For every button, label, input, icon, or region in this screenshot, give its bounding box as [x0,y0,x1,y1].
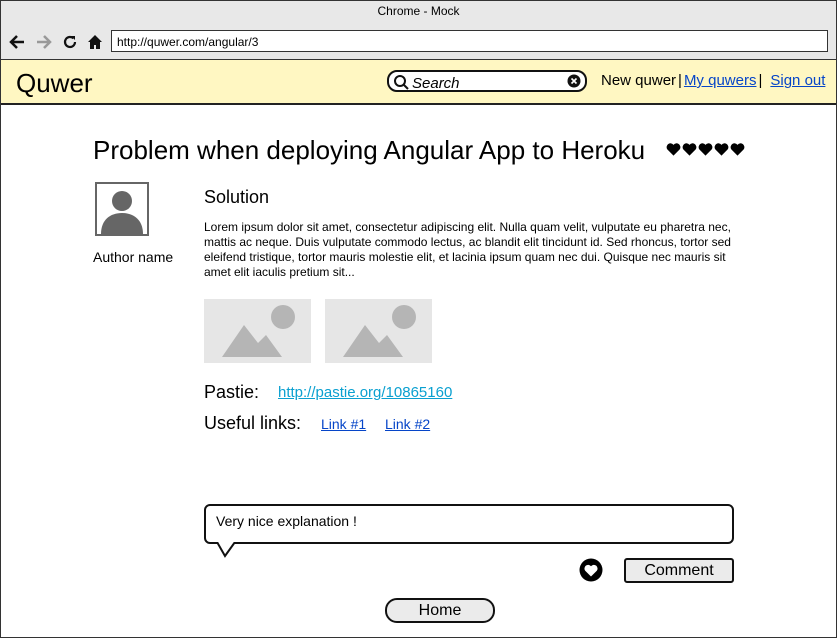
sign-out-link[interactable]: Sign out [770,72,825,89]
browser-toolbar: http://quwer.com/angular/3 [1,25,836,60]
heart-icon[interactable] [666,142,681,157]
user-silhouette-icon [101,191,143,234]
address-bar[interactable]: http://quwer.com/angular/3 [111,30,828,52]
heart-icon[interactable] [682,142,697,157]
address-url: http://quwer.com/angular/3 [117,35,259,49]
heart-icon[interactable] [730,142,745,157]
brand-logo[interactable]: Quwer [16,68,93,99]
question-title: Problem when deploying Angular App to He… [93,135,646,165]
pastie-label: Pastie: [204,382,260,402]
useful-link-1[interactable]: Link #1 [321,416,366,432]
image-placeholder[interactable] [204,299,311,363]
nav-separator: | [758,72,763,89]
useful-links-label: Useful links: [204,413,302,433]
my-quwers-link[interactable]: My quwers [684,72,757,89]
search-icon [394,75,409,90]
nav-separator: | [678,72,682,89]
image-placeholder[interactable] [325,299,432,363]
image-icon [343,305,416,357]
new-quwer-link[interactable]: New quwer [601,72,676,89]
clear-search-icon[interactable] [567,74,581,88]
app-header: Quwer New quwer | My quwers | Sign out [1,60,836,105]
useful-link-2[interactable]: Link #2 [385,416,430,432]
heart-icon[interactable] [714,142,729,157]
search-box[interactable] [387,70,587,93]
heart-icon[interactable] [698,142,713,157]
speech-bubble-tail [217,542,236,558]
pastie-link[interactable]: http://pastie.org/10865160 [278,384,452,401]
home-icon[interactable] [86,33,104,51]
author-name[interactable]: Author name [93,249,173,265]
like-heart-icon[interactable] [579,558,603,582]
search-input[interactable] [410,73,564,93]
solution-body: Lorem ipsum dolor sit amet, consectetur … [204,220,731,279]
solution-heading: Solution [204,187,270,207]
forward-icon[interactable] [35,33,53,51]
author-avatar[interactable] [95,182,149,236]
back-icon[interactable] [8,33,26,51]
window-titlebar: Chrome - Mock [1,1,836,25]
browser-window: Chrome - Mock http://quwer.com/angular/3… [0,0,837,638]
image-icon [222,305,295,357]
comment-button[interactable]: Comment [624,558,734,583]
comment-input[interactable]: Very nice explanation ! [204,504,734,544]
home-button[interactable]: Home [385,598,495,623]
reload-icon[interactable] [61,33,79,51]
header-nav: New quwer | My quwers | Sign out [601,72,825,89]
window-title: Chrome - Mock [377,4,460,18]
rating-hearts[interactable] [666,142,745,157]
comment-text: Very nice explanation ! [216,513,357,529]
